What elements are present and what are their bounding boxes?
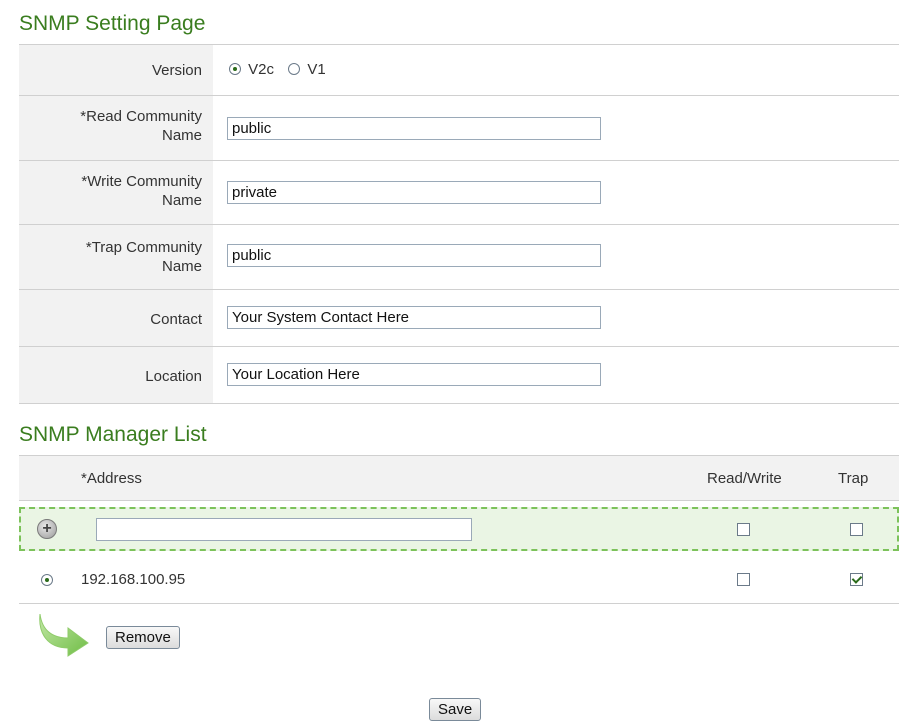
version-v1-label: V1: [307, 61, 326, 78]
manager-list: *Address Read/Write Trap + 192.168.100.9…: [19, 455, 899, 604]
version-v2c-label: V2c: [248, 61, 275, 78]
new-manager-trap-checkbox[interactable]: [850, 523, 863, 536]
contact-input[interactable]: Your System Contact Here: [227, 306, 601, 329]
trap-community-input[interactable]: public: [227, 244, 601, 267]
plus-circle-icon[interactable]: +: [37, 519, 57, 539]
manager-row: 192.168.100.95: [19, 557, 899, 604]
version-label: Version: [151, 62, 202, 79]
save-button[interactable]: Save: [429, 698, 482, 721]
snmp-page: SNMP Setting Page Version V2c V1 *Read C…: [0, 0, 900, 722]
write-community-input[interactable]: private: [227, 181, 601, 204]
trap-community-row: *Trap Community Name public: [19, 225, 899, 290]
settings-title: SNMP Setting Page: [19, 12, 206, 35]
manager-address: 192.168.100.95: [81, 571, 186, 588]
manager-read-write-checkbox[interactable]: [737, 573, 750, 586]
address-column-header: *Address: [81, 470, 142, 487]
contact-row: Contact Your System Contact Here: [19, 290, 899, 347]
add-manager-row: +: [19, 507, 899, 551]
manager-list-title: SNMP Manager List: [19, 423, 207, 446]
location-label: Location: [145, 368, 202, 385]
new-manager-address-input[interactable]: [96, 518, 472, 541]
new-manager-read-write-checkbox[interactable]: [737, 523, 750, 536]
settings-table: Version V2c V1 *Read Community Name publ…: [19, 44, 899, 404]
read-community-row: *Read Community Name public: [19, 96, 899, 161]
read-community-label: *Read Community Name: [80, 108, 202, 144]
location-input[interactable]: Your Location Here: [227, 363, 601, 386]
manager-list-header: *Address Read/Write Trap: [19, 455, 899, 501]
location-row: Location Your Location Here: [19, 347, 899, 404]
read-write-column-header: Read/Write: [707, 470, 782, 487]
trap-community-label: *Trap Community Name: [85, 239, 202, 275]
version-radio-group: V2c V1: [229, 61, 326, 78]
trap-column-header: Trap: [838, 470, 869, 487]
write-community-label: *Write Community Name: [81, 173, 202, 209]
remove-button[interactable]: Remove: [106, 626, 180, 649]
manager-trap-checkbox[interactable]: [850, 573, 863, 586]
contact-label: Contact: [150, 311, 202, 328]
read-community-input[interactable]: public: [227, 117, 601, 140]
curved-arrow-icon: [39, 613, 89, 657]
version-v2c-radio[interactable]: [229, 63, 241, 75]
write-community-row: *Write Community Name private: [19, 161, 899, 225]
version-row: Version V2c V1: [19, 44, 899, 96]
version-v1-radio[interactable]: [288, 63, 301, 75]
manager-select-radio[interactable]: [41, 574, 53, 586]
